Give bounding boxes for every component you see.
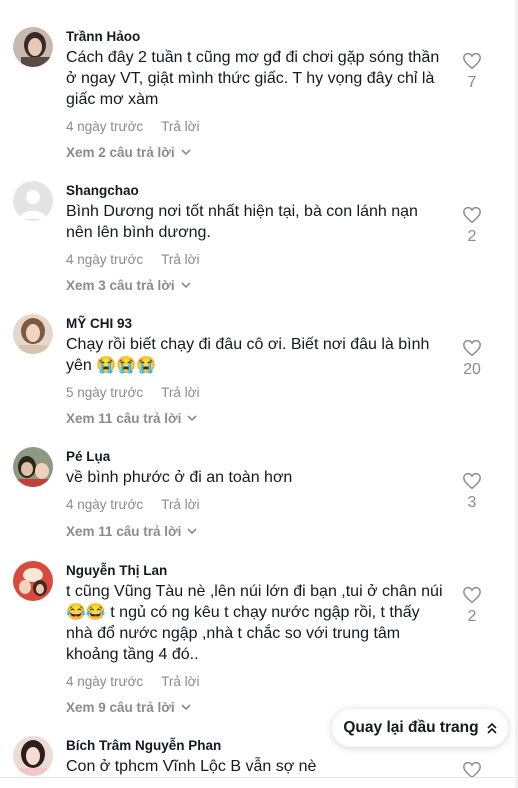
- like-button[interactable]: 2: [456, 206, 488, 246]
- comment-meta: 4 ngày trước Trả lời: [66, 252, 200, 267]
- comment-time: 5 ngày trước: [66, 385, 144, 400]
- like-button[interactable]: 20: [456, 339, 488, 379]
- comment-time: 4 ngày trước: [66, 674, 144, 689]
- view-replies-button[interactable]: Xem 3 câu trả lời: [66, 278, 191, 293]
- chevron-down-icon: [181, 149, 191, 156]
- comment-username[interactable]: Trầnn Hảoo: [66, 29, 140, 44]
- avatar[interactable]: [13, 447, 53, 487]
- comment-username[interactable]: Shangchao: [66, 183, 139, 198]
- view-replies-label: Xem 11 câu trả lời: [66, 524, 182, 539]
- comment-username[interactable]: Pé Lụa: [66, 449, 110, 464]
- heart-outline-icon: [463, 586, 481, 604]
- heart-outline-icon: [463, 339, 481, 357]
- reply-button[interactable]: Trả lời: [161, 252, 199, 267]
- chevron-down-icon: [187, 415, 197, 422]
- back-to-top-button[interactable]: Quay lại đầu trang: [332, 709, 508, 747]
- reply-button[interactable]: Trả lời: [161, 385, 199, 400]
- comment-text: về bình phước ở đi an toàn hơn: [66, 469, 293, 486]
- like-count: 2: [467, 228, 477, 245]
- avatar[interactable]: [13, 181, 53, 221]
- double-chevron-up-icon: [487, 722, 497, 734]
- avatar[interactable]: [13, 314, 53, 354]
- like-count: 2: [467, 608, 477, 625]
- chevron-down-icon: [181, 704, 191, 711]
- like-count: 7: [467, 74, 477, 91]
- view-replies-button[interactable]: Xem 11 câu trả lời: [66, 411, 197, 426]
- comment-meta: 4 ngày trước Trả lời: [66, 674, 200, 689]
- view-replies-label: Xem 9 câu trả lời: [66, 700, 175, 715]
- view-replies-button[interactable]: Xem 11 câu trả lời: [66, 524, 197, 539]
- comment-time: 4 ngày trước: [66, 497, 144, 512]
- view-replies-button[interactable]: Xem 9 câu trả lời: [66, 700, 191, 715]
- comment-text: Bình Dương nơi tốt nhất hiện tại, bà con…: [66, 203, 418, 241]
- like-button[interactable]: 3: [456, 472, 488, 512]
- reply-button[interactable]: Trả lời: [161, 497, 199, 512]
- comment-time: 4 ngày trước: [66, 252, 144, 267]
- heart-outline-icon: [463, 52, 481, 70]
- comment-meta: 5 ngày trước Trả lời: [66, 385, 200, 400]
- chevron-down-icon: [181, 282, 191, 289]
- comment-meta: 4 ngày trước Trả lời: [66, 497, 200, 512]
- like-button[interactable]: 7: [456, 52, 488, 92]
- view-replies-label: Xem 3 câu trả lời: [66, 278, 175, 293]
- comment-time: 4 ngày trước: [66, 119, 144, 134]
- divider: [0, 777, 518, 778]
- comment-text: Con ở tphcm Vĩnh Lộc B vẫn sợ nè: [66, 758, 317, 775]
- like-button[interactable]: 2: [456, 586, 488, 626]
- comment-username[interactable]: Nguyễn Thị Lan: [66, 563, 167, 578]
- avatar[interactable]: [13, 736, 53, 776]
- like-count: 20: [463, 361, 481, 378]
- like-count: 3: [467, 494, 477, 511]
- heart-outline-icon: [463, 206, 481, 224]
- view-replies-button[interactable]: Xem 2 câu trả lời: [66, 145, 191, 160]
- comment-username[interactable]: MỸ CHI 93: [66, 316, 132, 331]
- back-to-top-label: Quay lại đầu trang: [343, 719, 479, 736]
- reply-button[interactable]: Trả lời: [161, 119, 199, 134]
- view-replies-label: Xem 11 câu trả lời: [66, 411, 182, 426]
- chevron-down-icon: [187, 528, 197, 535]
- heart-outline-icon: [463, 472, 481, 490]
- avatar[interactable]: [13, 27, 53, 67]
- comment-meta: 4 ngày trước Trả lời: [66, 119, 200, 134]
- comment-username[interactable]: Bích Trâm Nguyễn Phan: [66, 738, 221, 753]
- reply-button[interactable]: Trả lời: [161, 674, 199, 689]
- comment-text: t cũng Vũng Tàu nè ,lên núi lớn đi bạn ,…: [66, 583, 443, 663]
- comment-text: Chạy rồi biết chạy đi đâu cô ơi. Biết nơ…: [66, 336, 430, 374]
- comment-text: Cách đây 2 tuần t cũng mơ gđ đi chơi gặp…: [66, 49, 440, 108]
- view-replies-label: Xem 2 câu trả lời: [66, 145, 175, 160]
- avatar[interactable]: [13, 561, 53, 601]
